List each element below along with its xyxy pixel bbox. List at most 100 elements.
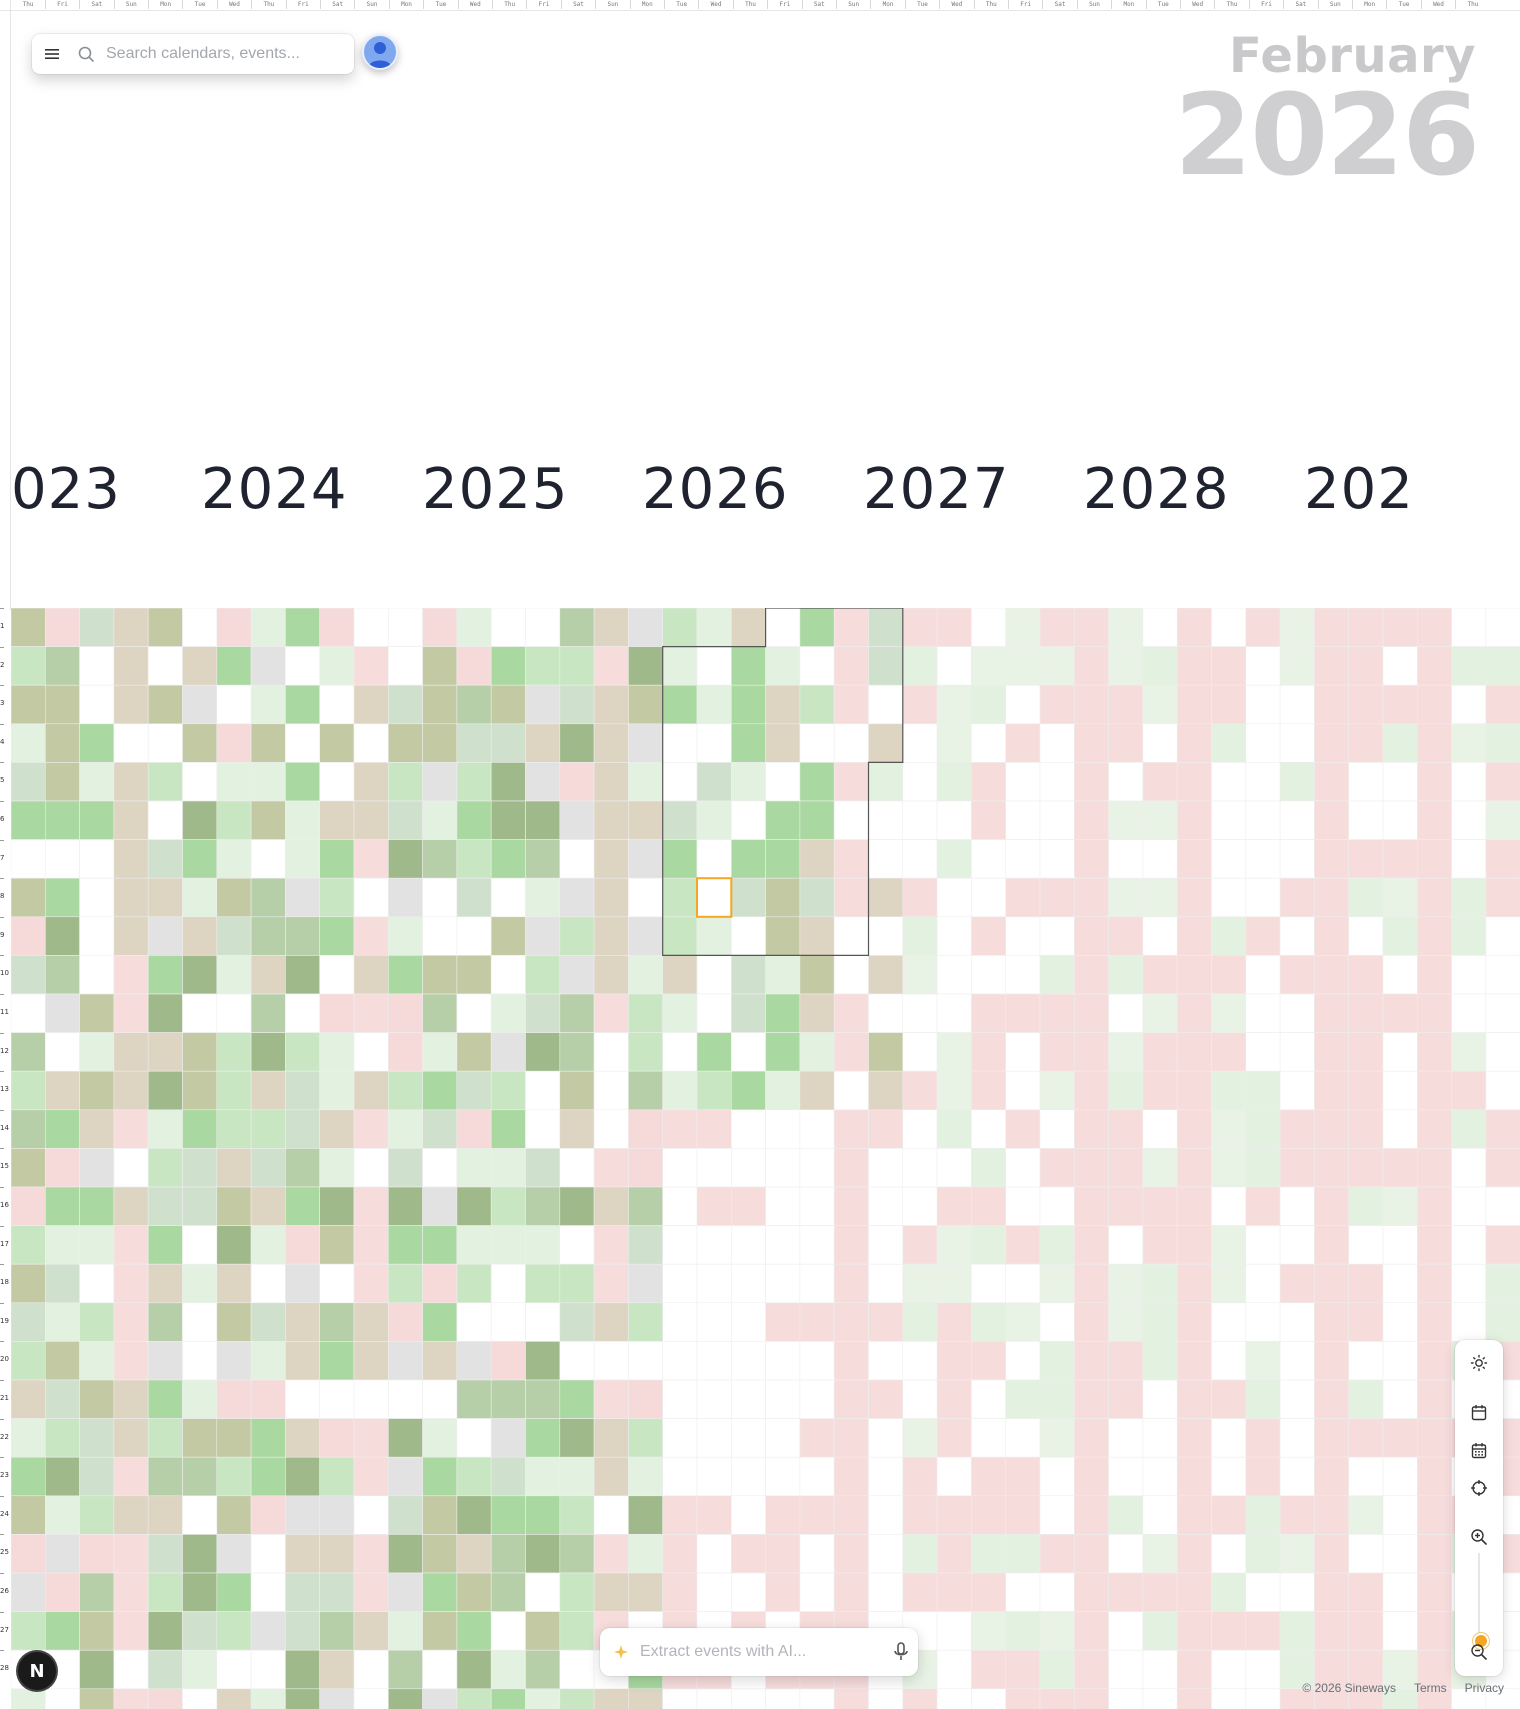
- day-cell[interactable]: [696, 1572, 732, 1612]
- day-cell[interactable]: [628, 1263, 664, 1304]
- day-cell[interactable]: [1417, 1070, 1452, 1111]
- day-cell[interactable]: [1348, 1186, 1384, 1226]
- day-cell[interactable]: [525, 646, 561, 686]
- day-cell[interactable]: [182, 800, 218, 840]
- day-cell[interactable]: [1074, 1418, 1109, 1458]
- day-cell[interactable]: [1451, 1186, 1487, 1226]
- day-cell[interactable]: [1348, 1456, 1384, 1497]
- day-cell[interactable]: [559, 646, 595, 686]
- day-cell[interactable]: [79, 723, 115, 763]
- day-cell[interactable]: [490, 1148, 526, 1188]
- day-cell[interactable]: [1142, 1148, 1178, 1188]
- day-cell[interactable]: [868, 646, 904, 686]
- privacy-link[interactable]: Privacy: [1465, 1681, 1504, 1695]
- day-cell[interactable]: [1176, 916, 1212, 956]
- day-cell[interactable]: [182, 1418, 218, 1458]
- day-cell[interactable]: [559, 1495, 595, 1535]
- day-cell[interactable]: [833, 762, 869, 802]
- day-cell[interactable]: [216, 1379, 252, 1419]
- day-cell[interactable]: [456, 1148, 492, 1188]
- day-cell[interactable]: [1245, 646, 1281, 686]
- day-cell[interactable]: [1176, 1341, 1212, 1381]
- day-cell[interactable]: [593, 1032, 629, 1072]
- day-cell[interactable]: [182, 1302, 218, 1342]
- day-cell[interactable]: [799, 1032, 835, 1072]
- day-cell[interactable]: [662, 1070, 698, 1111]
- year-column-label[interactable]: 2028: [1083, 455, 1230, 525]
- day-cell[interactable]: [456, 1649, 492, 1690]
- day-cell[interactable]: [936, 1418, 972, 1458]
- day-cell[interactable]: [1211, 1032, 1247, 1072]
- day-cell[interactable]: [182, 684, 218, 725]
- day-cell[interactable]: [490, 1341, 526, 1381]
- day-cell[interactable]: [250, 1070, 286, 1111]
- day-cell[interactable]: [799, 1341, 835, 1381]
- day-cell[interactable]: [628, 916, 664, 956]
- day-cell[interactable]: [1485, 839, 1520, 879]
- day-cell[interactable]: [422, 839, 458, 879]
- day-cell[interactable]: [1211, 1148, 1247, 1188]
- day-cell[interactable]: [799, 646, 835, 686]
- day-cell[interactable]: [765, 608, 801, 647]
- day-cell[interactable]: [662, 1225, 698, 1265]
- day-cell[interactable]: [1314, 646, 1350, 686]
- day-cell[interactable]: [422, 762, 458, 802]
- day-cell[interactable]: [387, 1225, 423, 1265]
- day-cell[interactable]: [1039, 762, 1075, 802]
- day-cell[interactable]: [1176, 1032, 1212, 1072]
- day-cell[interactable]: [1451, 646, 1487, 686]
- day-cell[interactable]: [79, 1379, 115, 1419]
- day-cell[interactable]: [1485, 877, 1520, 918]
- day-cell[interactable]: [1005, 1186, 1041, 1226]
- day-cell[interactable]: [1245, 1186, 1281, 1226]
- day-cell[interactable]: [182, 608, 218, 647]
- day-cell[interactable]: [1039, 1688, 1075, 1709]
- day-cell[interactable]: [1314, 1302, 1350, 1342]
- day-cell[interactable]: [936, 993, 972, 1033]
- day-cell[interactable]: [1074, 1109, 1109, 1149]
- day-cell[interactable]: [147, 1572, 183, 1612]
- day-cell[interactable]: [147, 1688, 183, 1709]
- day-cell[interactable]: [182, 1495, 218, 1535]
- day-cell[interactable]: [79, 1225, 115, 1265]
- avatar[interactable]: [362, 34, 398, 70]
- day-cell[interactable]: [285, 1186, 320, 1226]
- day-cell[interactable]: [1108, 762, 1144, 802]
- day-cell[interactable]: [1348, 608, 1384, 647]
- day-cell[interactable]: [902, 1109, 938, 1149]
- day-cell[interactable]: [696, 608, 732, 647]
- day-cell[interactable]: [1451, 800, 1487, 840]
- day-cell[interactable]: [1382, 1263, 1418, 1304]
- day-cell[interactable]: [113, 1186, 149, 1226]
- day-cell[interactable]: [422, 646, 458, 686]
- day-cell[interactable]: [1142, 1032, 1178, 1072]
- day-cell[interactable]: [11, 877, 46, 918]
- day-cell[interactable]: [936, 1302, 972, 1342]
- day-cell[interactable]: [250, 684, 286, 725]
- day-cell[interactable]: [79, 684, 115, 725]
- day-cell[interactable]: [559, 1534, 595, 1574]
- day-cell[interactable]: [422, 1572, 458, 1612]
- day-cell[interactable]: [79, 1109, 115, 1149]
- day-cell[interactable]: [113, 955, 149, 995]
- day-cell[interactable]: [79, 1148, 115, 1188]
- day-cell[interactable]: [1245, 762, 1281, 802]
- day-cell[interactable]: [628, 762, 664, 802]
- day-cell[interactable]: [730, 1418, 766, 1458]
- day-cell[interactable]: [1176, 955, 1212, 995]
- day-cell[interactable]: [730, 1070, 766, 1111]
- day-cell[interactable]: [799, 684, 835, 725]
- day-cell[interactable]: [1245, 800, 1281, 840]
- day-cell[interactable]: [353, 877, 389, 918]
- day-cell[interactable]: [971, 916, 1007, 956]
- day-cell[interactable]: [147, 839, 183, 879]
- day-cell[interactable]: [422, 1534, 458, 1574]
- day-cell[interactable]: [799, 1495, 835, 1535]
- day-cell[interactable]: [250, 800, 286, 840]
- day-cell[interactable]: [628, 1341, 664, 1381]
- day-cell[interactable]: [182, 1688, 218, 1709]
- day-cell[interactable]: [696, 955, 732, 995]
- day-cell[interactable]: [868, 1225, 904, 1265]
- day-cell[interactable]: [44, 1495, 80, 1535]
- day-cell[interactable]: [250, 877, 286, 918]
